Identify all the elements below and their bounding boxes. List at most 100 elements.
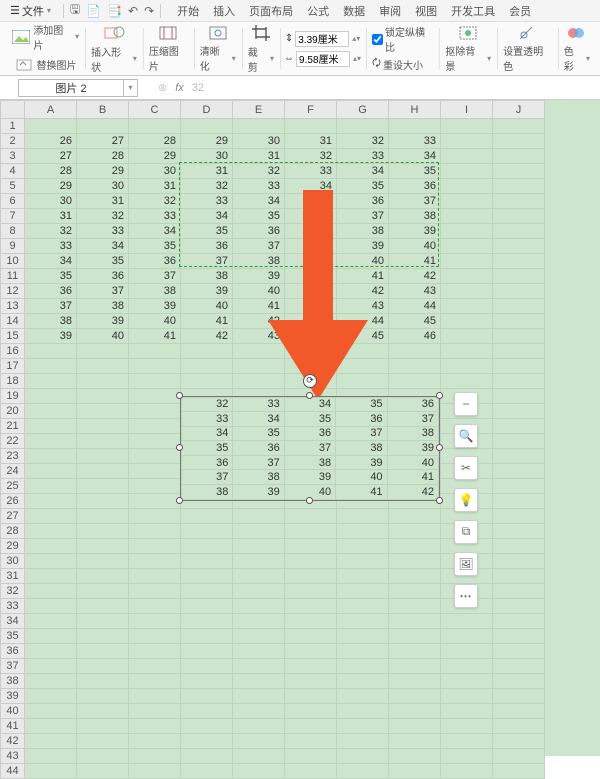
replace-picture-label[interactable]: 替换图片 <box>37 57 77 72</box>
cell[interactable] <box>389 569 441 584</box>
crop-icon[interactable] <box>250 24 272 42</box>
cell[interactable] <box>181 119 233 134</box>
cell[interactable]: 33 <box>337 149 389 164</box>
tab-7[interactable]: 开发工具 <box>449 1 497 21</box>
cell[interactable] <box>493 494 545 509</box>
row-header[interactable]: 36 <box>1 644 25 659</box>
cell[interactable] <box>493 674 545 689</box>
cell[interactable] <box>25 449 77 464</box>
cell[interactable] <box>181 359 233 374</box>
chevron-down-icon[interactable]: ▾ <box>123 80 137 96</box>
cell[interactable] <box>441 284 493 299</box>
cell[interactable] <box>337 524 389 539</box>
cell[interactable] <box>233 344 285 359</box>
cell[interactable] <box>493 224 545 239</box>
cell[interactable] <box>129 419 181 434</box>
cell[interactable]: 34 <box>337 164 389 179</box>
file-menu[interactable]: ☰ 文件 ▾ <box>4 3 57 19</box>
row-header[interactable]: 2 <box>1 134 25 149</box>
row-header[interactable]: 25 <box>1 479 25 494</box>
cell[interactable] <box>441 629 493 644</box>
cell[interactable] <box>77 614 129 629</box>
cell[interactable]: 29 <box>25 179 77 194</box>
cell[interactable] <box>129 389 181 404</box>
cell[interactable]: 37 <box>337 209 389 224</box>
cell[interactable] <box>77 734 129 749</box>
cell[interactable]: 30 <box>77 179 129 194</box>
cell[interactable]: 35 <box>337 179 389 194</box>
cell[interactable] <box>77 389 129 404</box>
cell[interactable] <box>493 179 545 194</box>
cell[interactable]: 32 <box>129 194 181 209</box>
cell[interactable] <box>25 584 77 599</box>
cell[interactable] <box>441 689 493 704</box>
cell[interactable]: 32 <box>285 149 337 164</box>
cell[interactable] <box>25 344 77 359</box>
cell[interactable] <box>285 614 337 629</box>
cell[interactable] <box>129 119 181 134</box>
cell[interactable] <box>493 329 545 344</box>
cell[interactable] <box>77 119 129 134</box>
cell[interactable] <box>493 659 545 674</box>
row-header[interactable]: 3 <box>1 149 25 164</box>
col-header-B[interactable]: B <box>77 101 129 119</box>
cell[interactable] <box>129 449 181 464</box>
tab-6[interactable]: 视图 <box>413 1 439 21</box>
row-header[interactable]: 26 <box>1 494 25 509</box>
cell[interactable]: 33 <box>77 224 129 239</box>
cell[interactable] <box>233 629 285 644</box>
cell[interactable] <box>25 689 77 704</box>
cell[interactable] <box>77 719 129 734</box>
cell[interactable] <box>389 359 441 374</box>
cell[interactable]: 30 <box>181 149 233 164</box>
col-header-F[interactable]: F <box>285 101 337 119</box>
cell[interactable] <box>129 689 181 704</box>
cell[interactable]: 36 <box>25 284 77 299</box>
tab-2[interactable]: 页面布局 <box>247 1 295 21</box>
cell[interactable]: 38 <box>285 239 337 254</box>
cell[interactable] <box>389 704 441 719</box>
cell[interactable] <box>181 674 233 689</box>
cell[interactable]: 38 <box>181 269 233 284</box>
height-input[interactable] <box>295 31 349 47</box>
row-header[interactable]: 8 <box>1 224 25 239</box>
row-header[interactable]: 1 <box>1 119 25 134</box>
cell[interactable] <box>129 629 181 644</box>
cell[interactable] <box>285 509 337 524</box>
tab-5[interactable]: 审阅 <box>377 1 403 21</box>
cell[interactable]: 38 <box>77 299 129 314</box>
cell[interactable] <box>233 734 285 749</box>
row-header[interactable]: 30 <box>1 554 25 569</box>
cell[interactable] <box>233 119 285 134</box>
tab-1[interactable]: 插入 <box>211 1 237 21</box>
cell[interactable] <box>337 734 389 749</box>
cell[interactable] <box>25 119 77 134</box>
cell[interactable] <box>233 689 285 704</box>
cell[interactable] <box>389 539 441 554</box>
cell[interactable] <box>493 419 545 434</box>
cell[interactable]: 38 <box>337 224 389 239</box>
cell[interactable]: 39 <box>25 329 77 344</box>
resize-handle[interactable] <box>306 497 313 504</box>
cell[interactable] <box>233 374 285 389</box>
cell[interactable] <box>77 404 129 419</box>
cell[interactable]: 40 <box>337 254 389 269</box>
cell[interactable]: 41 <box>233 299 285 314</box>
cell[interactable] <box>441 119 493 134</box>
cell[interactable] <box>25 569 77 584</box>
cell[interactable] <box>233 599 285 614</box>
cell[interactable] <box>129 539 181 554</box>
cell[interactable] <box>181 629 233 644</box>
cell[interactable]: 37 <box>389 194 441 209</box>
cell[interactable] <box>285 644 337 659</box>
cell[interactable] <box>233 569 285 584</box>
cell[interactable] <box>441 659 493 674</box>
cell[interactable] <box>493 239 545 254</box>
cell[interactable]: 31 <box>129 179 181 194</box>
cell[interactable] <box>129 734 181 749</box>
row-header[interactable]: 16 <box>1 344 25 359</box>
cell[interactable] <box>389 734 441 749</box>
cell[interactable] <box>285 344 337 359</box>
cell[interactable] <box>493 704 545 719</box>
cell[interactable]: 43 <box>337 299 389 314</box>
